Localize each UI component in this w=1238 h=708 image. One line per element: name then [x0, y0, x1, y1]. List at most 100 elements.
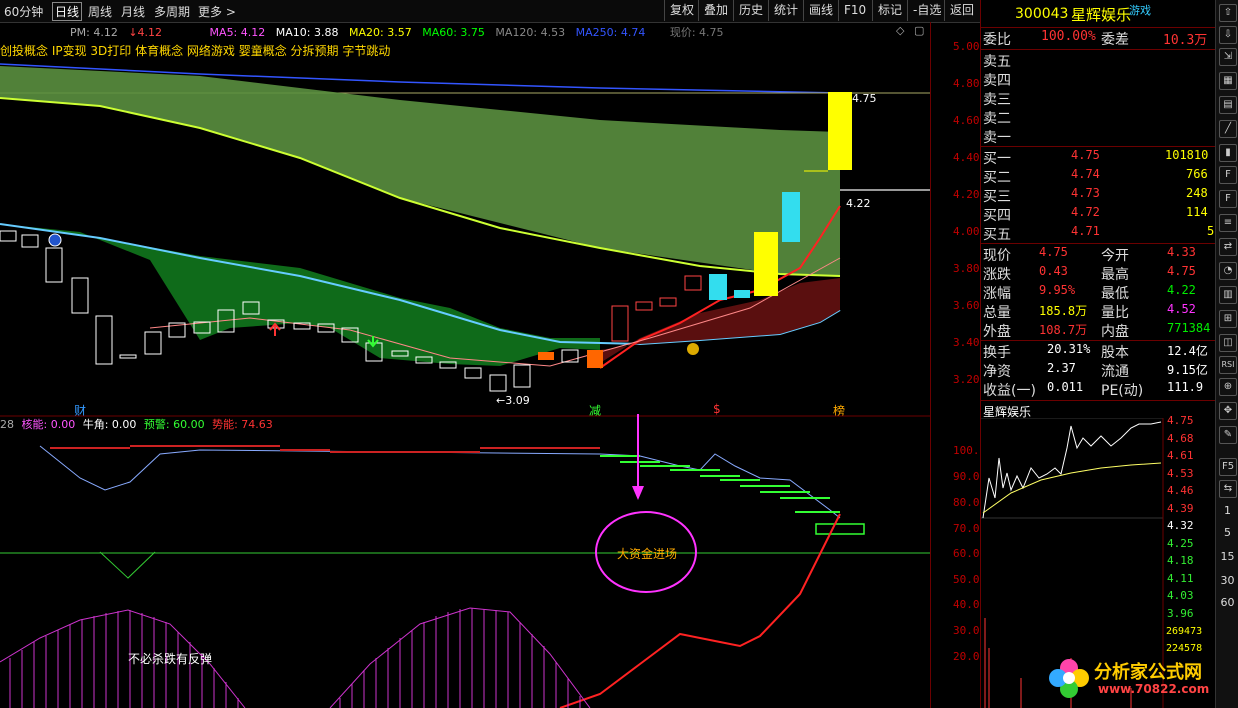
indicator-axis: 100.0 90.00 80.00 70.00 60.00 50.00 40.0…	[930, 414, 986, 708]
btn-draw[interactable]: 画线	[803, 0, 838, 21]
up-arrow-icon	[269, 322, 281, 336]
period-monthly[interactable]: 月线	[121, 3, 145, 20]
current-signal-box	[815, 523, 865, 535]
candle	[513, 364, 531, 388]
period-60min[interactable]: 60分钟	[4, 3, 43, 20]
main-candlestick-chart[interactable]	[0, 38, 930, 414]
btn-mark[interactable]: 标记	[872, 0, 907, 21]
pie-icon[interactable]: ◔	[1219, 262, 1237, 280]
buy-level-3: 买三 4.73 248	[983, 186, 1208, 205]
period-60min-btn[interactable]: 60	[1216, 596, 1238, 609]
stock-industry-tag[interactable]: 游戏	[1129, 2, 1151, 18]
candle	[45, 247, 63, 283]
candle-icon[interactable]: ▮	[1219, 144, 1237, 162]
grid-icon[interactable]: ▦	[1219, 72, 1237, 90]
potential-energy-line	[559, 513, 841, 708]
price-tick: 4.40	[953, 151, 980, 164]
zoom-icon[interactable]: ⊕	[1219, 378, 1237, 396]
money-bag-icon	[687, 343, 699, 355]
btn-stats[interactable]: 统计	[768, 0, 803, 21]
blue-indicator-line	[39, 445, 841, 519]
mini-axis-tick: 4.11	[1167, 571, 1194, 585]
mini-axis-tick: 4.61	[1167, 449, 1194, 462]
price-tick: 5.00	[953, 40, 980, 53]
move-icon[interactable]: ✥	[1219, 402, 1237, 420]
diamond-icon[interactable]: ◇	[896, 24, 904, 37]
table-icon[interactable]: ▤	[1219, 96, 1237, 114]
stats-icon[interactable]: ⊞	[1219, 310, 1237, 328]
stock-name: 星辉娱乐	[1071, 6, 1132, 24]
list-icon[interactable]: ≡	[1219, 214, 1237, 232]
yujing-value: 预警: 60.00	[143, 418, 205, 431]
btn-restore-rights[interactable]: 复权	[664, 0, 699, 21]
right-toolbar: ⇧ ⇩ ⇲ ▦ ▤ ╱ ▮ F F ≡ ⇄ ◔ ▥ ⊞ ◫ RSI ⊕ ✥ ✎ …	[1215, 0, 1238, 708]
momentum-hills	[0, 607, 591, 708]
fund-icon[interactable]: F	[1219, 166, 1237, 184]
period-multi[interactable]: 多周期	[154, 3, 190, 20]
candle-orange	[538, 352, 554, 360]
swap-icon[interactable]: ⇆	[1219, 480, 1237, 498]
rebound-annotation: 不必杀跌有反弹	[128, 652, 213, 666]
price-axis: 5.00 4.80 4.60 4.40 4.20 4.00 3.80 3.60 …	[930, 22, 981, 414]
indicator-icon[interactable]: ◫	[1219, 334, 1237, 352]
period-1min[interactable]: 1	[1216, 504, 1238, 517]
btn-overlay[interactable]: 叠加	[698, 0, 733, 21]
period-daily[interactable]: 日线	[52, 2, 83, 21]
f10-icon[interactable]: F	[1219, 190, 1237, 208]
low-price-label: ←3.09	[496, 394, 530, 407]
collapse-icon[interactable]: ▢	[914, 24, 924, 37]
candle-cyan	[734, 290, 750, 298]
candle	[144, 331, 162, 355]
watermark-text: 分析家公式网	[1094, 662, 1202, 683]
btn-history[interactable]: 历史	[733, 0, 768, 21]
candle-yellow	[754, 232, 778, 296]
mini-axis-tick: 4.39	[1167, 501, 1194, 515]
buy-level-1: 买一 4.75 101810	[983, 148, 1209, 167]
price-tick: 4.20	[953, 188, 980, 201]
pencil-icon[interactable]: ✎	[1219, 426, 1237, 444]
niujiao-value: 牛角: 0.00	[82, 418, 137, 431]
btn-f10[interactable]: F10	[838, 0, 871, 21]
candle	[0, 230, 17, 242]
webi-row: 委比 100.00% 委差 10.3万	[983, 29, 1208, 48]
mini-axis-tick: 4.75	[1167, 414, 1194, 427]
bars-icon[interactable]: ▥	[1219, 286, 1237, 304]
rsi-icon[interactable]: RSI	[1219, 356, 1237, 374]
arrow-up-icon[interactable]: ⇧	[1219, 4, 1237, 22]
candle	[611, 305, 629, 342]
stat-row: 现价 4.75 今开 4.33	[983, 245, 1196, 264]
stock-code: 300043	[1015, 6, 1069, 22]
indicator-prefix: 28	[0, 418, 14, 431]
f5-icon[interactable]: F5	[1219, 458, 1237, 476]
stat2-row: 换手 20.31% 股本 12.4亿	[983, 342, 1208, 361]
compare-icon[interactable]: ⇄	[1219, 238, 1237, 256]
arrow-down-icon[interactable]: ⇩	[1219, 26, 1237, 44]
candle-limit-up	[828, 92, 852, 170]
candle	[684, 275, 702, 291]
sell-level-1: 卖一	[983, 130, 1011, 146]
mini-axis-tick: 4.46	[1167, 484, 1194, 497]
period-5min[interactable]: 5	[1216, 526, 1238, 539]
candle	[464, 367, 482, 379]
period-more[interactable]: 更多 >	[198, 3, 236, 20]
stat-row: 总量 185.8万 量比 4.52	[983, 302, 1196, 321]
btn-remove-watchlist[interactable]: -自选	[907, 0, 946, 21]
export-icon[interactable]: ⇲	[1219, 48, 1237, 66]
mini-axis-tick: 3.96	[1167, 606, 1194, 620]
period-30min[interactable]: 30	[1216, 574, 1238, 587]
candle	[659, 297, 677, 307]
flower-logo-icon	[1049, 659, 1089, 698]
period-weekly[interactable]: 周线	[88, 3, 112, 20]
btn-back[interactable]: 返回	[944, 0, 979, 21]
line-chart-icon[interactable]: ╱	[1219, 120, 1237, 138]
mini-volume-tick: 269473	[1166, 626, 1203, 637]
step-bars	[50, 445, 840, 513]
big-money-annotation: 大资金进场	[617, 547, 678, 561]
sell-level-4: 卖四	[983, 73, 1011, 89]
period-15min[interactable]: 15	[1216, 550, 1238, 563]
stat-row: 涨幅 9.95% 最低 4.22	[983, 283, 1196, 302]
high-marker-label: 4.22	[846, 197, 871, 210]
candle-cyan	[709, 274, 727, 300]
bottom-signal-v	[99, 551, 156, 579]
price-tick: 3.20	[953, 373, 980, 386]
